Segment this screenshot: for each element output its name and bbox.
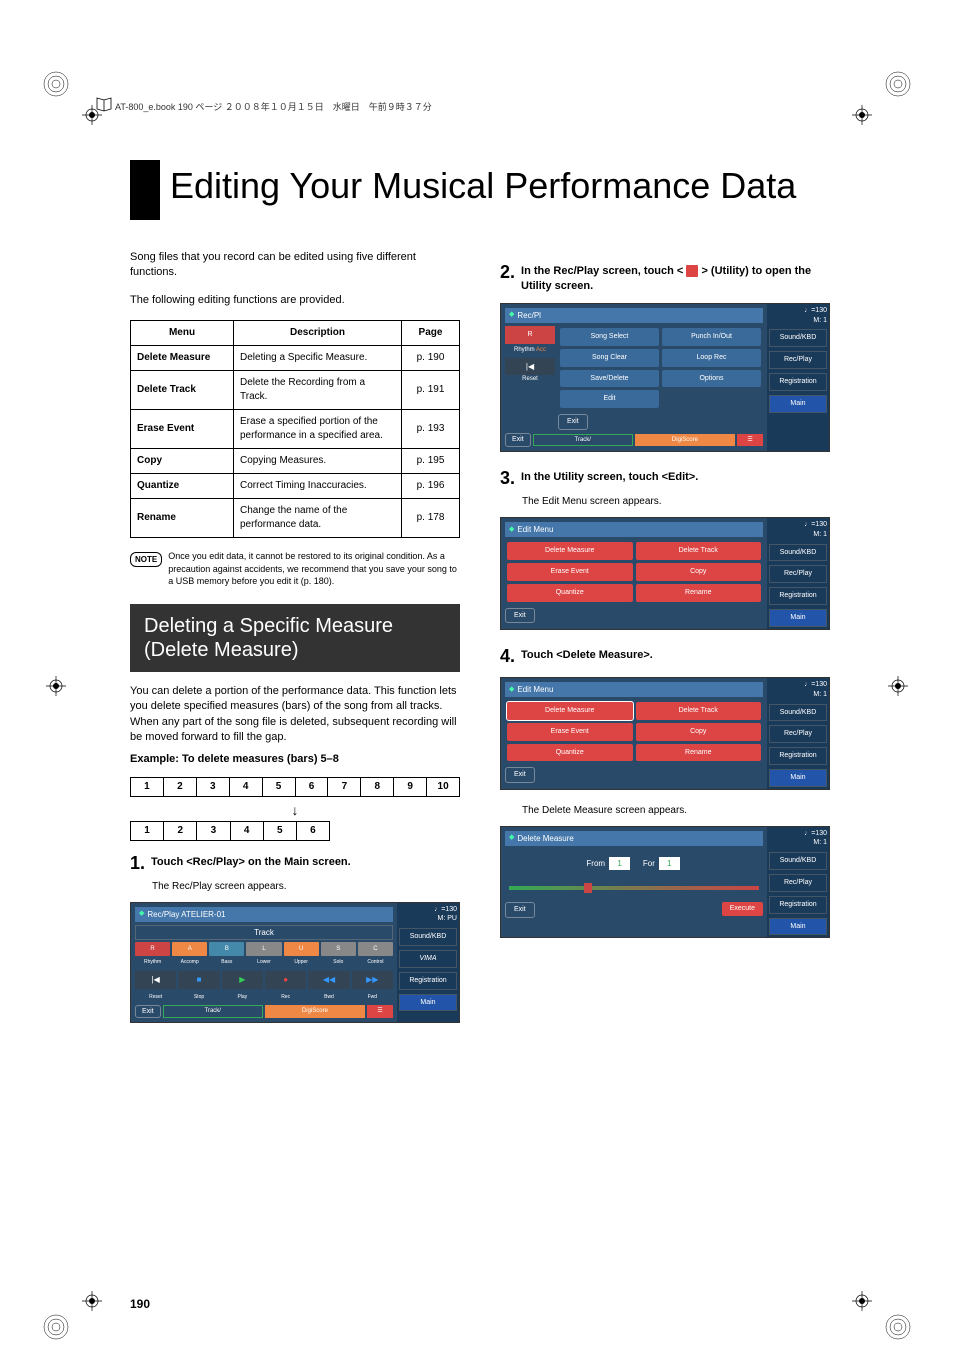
registration-mark-icon xyxy=(46,676,66,696)
th-desc: Description xyxy=(234,321,402,346)
book-icon xyxy=(95,95,113,113)
page-title: Editing Your Musical Performance Data xyxy=(170,165,796,207)
exit-button: Exit xyxy=(505,767,535,783)
rec-icon: ● xyxy=(265,971,306,988)
registration-mark-icon xyxy=(82,1291,102,1311)
section-description: You can delete a portion of the performa… xyxy=(130,684,460,746)
step-number: 3. xyxy=(500,466,515,491)
screen-title: Edit Menu xyxy=(505,682,763,697)
intro-paragraph: Song files that you record can be edited… xyxy=(130,250,460,281)
note-text: Once you edit data, it cannot be restore… xyxy=(168,550,460,588)
right-column: 2. In the Rec/Play screen, touch < > (Ut… xyxy=(500,250,830,1037)
side-vima: VIMA xyxy=(399,950,457,968)
utility-icon xyxy=(686,265,698,277)
table-row: CopyCopying Measures.p. 195 xyxy=(131,449,460,474)
step-subtext: The Rec/Play screen appears. xyxy=(152,880,460,894)
exit-button: Exit xyxy=(505,608,535,624)
arrow-down-icon: ↓ xyxy=(130,801,460,821)
chapter-tab xyxy=(130,160,160,220)
track-label: Track xyxy=(135,925,393,940)
note-label: NOTE xyxy=(130,552,162,567)
exit-button: Exit xyxy=(505,902,535,918)
fwd-icon: ▶▶ xyxy=(352,971,393,988)
execute-button: Execute xyxy=(722,902,763,916)
step-text: Touch <Rec/Play> on the Main screen. xyxy=(151,851,351,870)
page-number: 190 xyxy=(130,1297,150,1311)
reset-icon: |◀ xyxy=(135,971,176,988)
slider xyxy=(509,886,759,890)
functions-table: Menu Description Page Delete MeasureDele… xyxy=(130,320,460,538)
screen-title: Delete Measure xyxy=(505,831,763,846)
step-number: 2. xyxy=(500,260,515,285)
table-row: Erase EventErase a specified portion of … xyxy=(131,410,460,449)
th-menu: Menu xyxy=(131,321,234,346)
registration-mark-icon xyxy=(888,676,908,696)
corner-ornament-icon xyxy=(42,1313,70,1341)
from-value: 1 xyxy=(609,857,629,870)
side-reg: Registration xyxy=(399,972,457,990)
th-page: Page xyxy=(402,321,460,346)
stop-icon: ■ xyxy=(178,971,219,988)
deletemeasure-screenshot: Delete Measure From 1 For 1 Exit Execute xyxy=(500,826,830,939)
step-text: Touch <Delete Measure>. xyxy=(521,644,653,663)
recplay-screenshot: Rec/Play ATELIER-01 Track RABLUSC Rhythm… xyxy=(130,902,460,1024)
corner-ornament-icon xyxy=(42,70,70,98)
registration-mark-icon xyxy=(852,105,872,125)
step-subtext: The Delete Measure screen appears. xyxy=(522,804,830,818)
section-heading: Deleting a Specific Measure (Delete Meas… xyxy=(130,604,460,672)
table-row: Delete TrackDelete the Recording from a … xyxy=(131,371,460,410)
screen-title: Edit Menu xyxy=(505,522,763,537)
page: AT-800_e.book 190 ページ ２００８年１０月１５日 水曜日 午前… xyxy=(0,0,954,1351)
utility-screenshot: Rec/Pl R Rhythm Acc |◀ Reset Song Select xyxy=(500,303,830,452)
step-number: 4. xyxy=(500,644,515,669)
measure-diagram: 12345678910 ↓ 123456 xyxy=(130,777,460,841)
screen-title: Rec/Play ATELIER-01 xyxy=(135,907,393,922)
step-3: 3. In the Utility screen, touch <Edit>. xyxy=(500,466,830,491)
corner-ornament-icon xyxy=(884,1313,912,1341)
step-number: 1. xyxy=(130,851,145,876)
table-row: QuantizeCorrect Timing Inaccuracies.p. 1… xyxy=(131,474,460,499)
exit-button: Exit xyxy=(135,1005,161,1019)
example-label: Example: To delete measures (bars) 5–8 xyxy=(130,752,460,767)
registration-mark-icon xyxy=(852,1291,872,1311)
note-block: NOTE Once you edit data, it cannot be re… xyxy=(130,550,460,588)
table-row: RenameChange the name of the performance… xyxy=(131,499,460,538)
utility-icon: ☰ xyxy=(737,434,763,446)
intro-paragraph: The following editing functions are prov… xyxy=(130,293,460,308)
editmenu-screenshot: Edit Menu Delete Measure Delete Track Er… xyxy=(500,517,830,630)
side-main: Main xyxy=(399,994,457,1012)
utility-icon: ☰ xyxy=(367,1005,393,1017)
reset-icon: |◀ xyxy=(505,358,555,375)
bwd-icon: ◀◀ xyxy=(308,971,349,988)
play-icon: ▶ xyxy=(222,971,263,988)
step-subtext: The Edit Menu screen appears. xyxy=(522,495,830,509)
step-2: 2. In the Rec/Play screen, touch < > (Ut… xyxy=(500,260,830,295)
step-4: 4. Touch <Delete Measure>. xyxy=(500,644,830,669)
step-text: In the Rec/Play screen, touch < > (Utili… xyxy=(521,260,830,295)
table-row: Delete MeasureDeleting a Specific Measur… xyxy=(131,346,460,371)
step-text: In the Utility screen, touch <Edit>. xyxy=(521,466,698,485)
editmenu-screenshot-2: Edit Menu Delete Measure Delete Track Er… xyxy=(500,677,830,790)
corner-ornament-icon xyxy=(884,70,912,98)
left-column: Song files that you record can be edited… xyxy=(130,250,460,1037)
exit-button: Exit xyxy=(558,414,588,430)
header-book-info: AT-800_e.book 190 ページ ２００８年１０月１５日 水曜日 午前… xyxy=(115,100,432,113)
for-value: 1 xyxy=(659,857,679,870)
side-sound: Sound/KBD xyxy=(399,928,457,946)
step-1: 1. Touch <Rec/Play> on the Main screen. xyxy=(130,851,460,876)
screen-title: Rec/Pl xyxy=(505,308,763,323)
exit-button: Exit xyxy=(505,433,531,447)
